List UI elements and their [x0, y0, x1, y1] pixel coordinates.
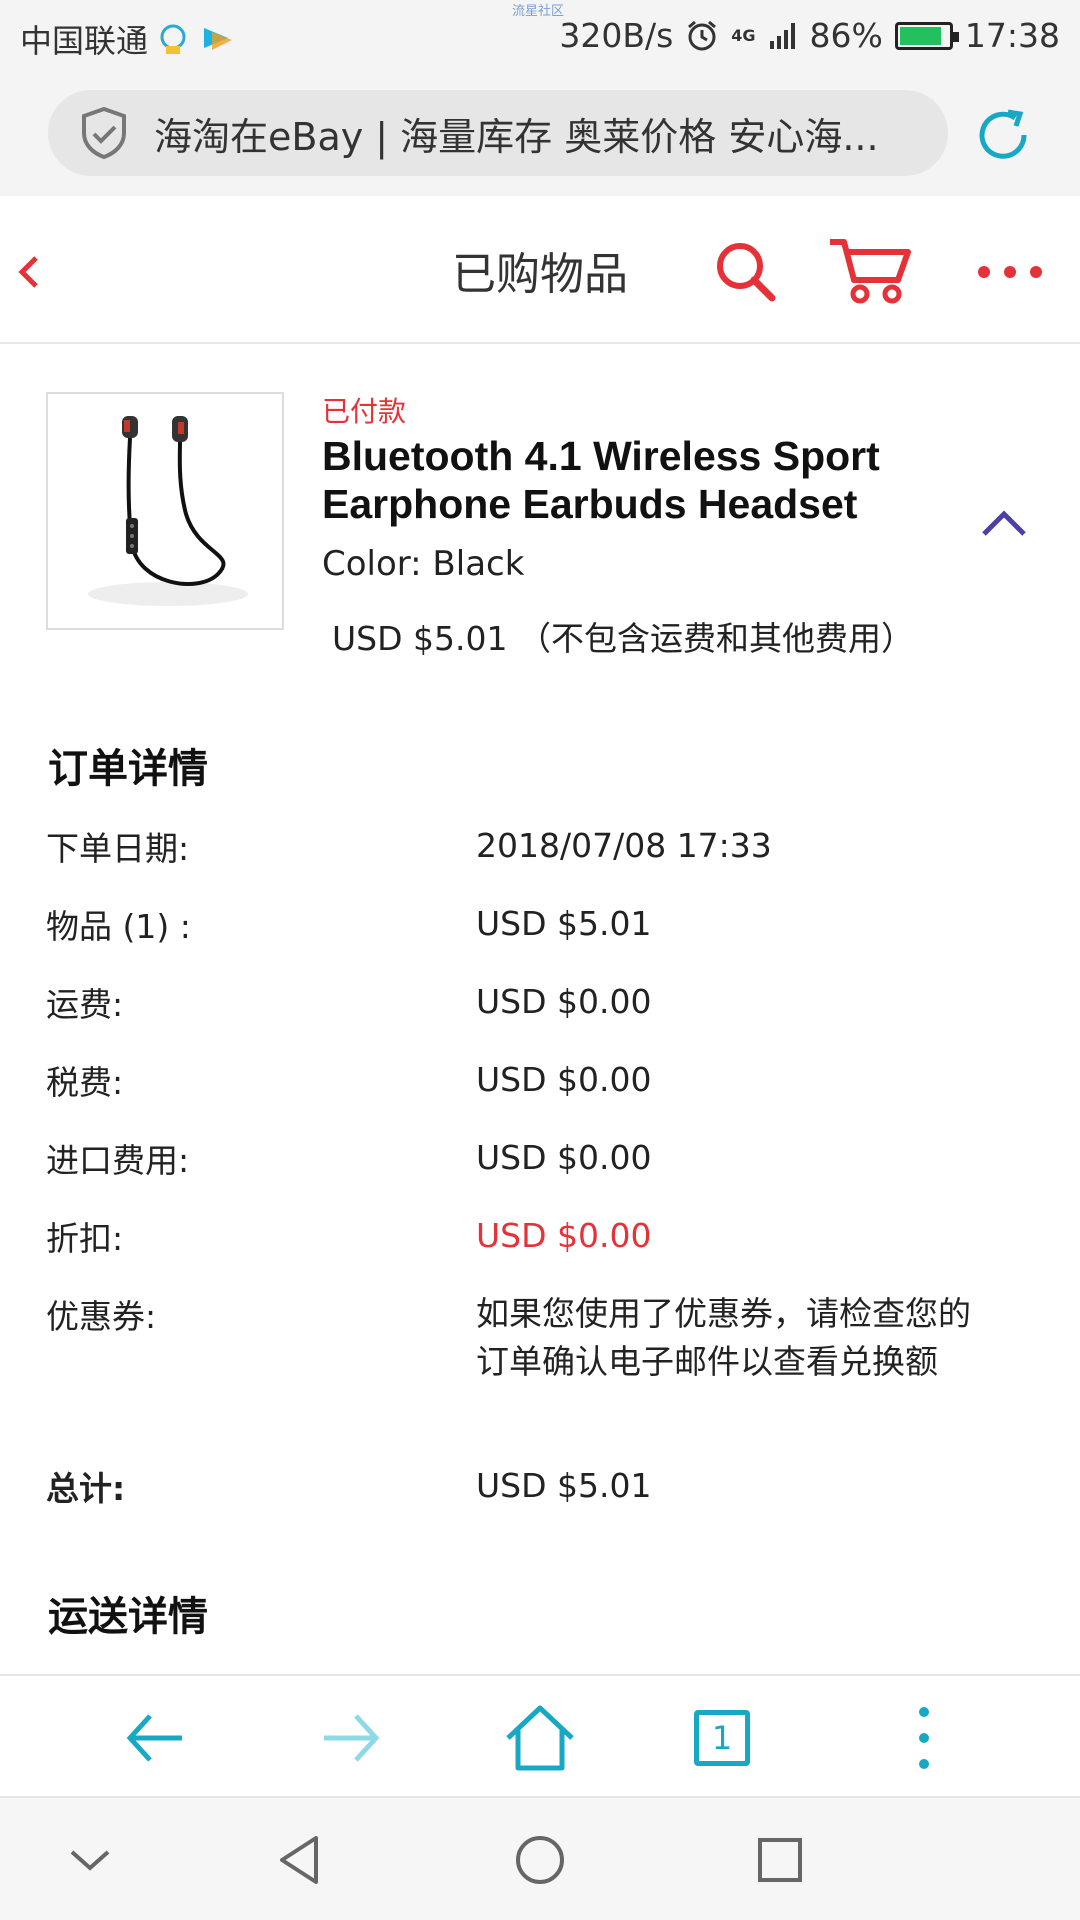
row-value: 2018/07/08 17:33: [476, 826, 772, 865]
row-value: 如果您使用了优惠券，请检查您的订单确认电子邮件以查看兑换额: [476, 1294, 971, 1381]
order-row-total: 总计: USD $5.01: [46, 1462, 1036, 1510]
row-label: 折扣:: [46, 1219, 124, 1258]
clock: 17:38: [964, 16, 1060, 55]
status-bar: 中国联通 流星社区 320B/s 4G 86% 17:38: [0, 0, 1080, 76]
signal-icon: [769, 22, 795, 49]
product-price: USD $5.01 （不包含运费和其他费用）: [332, 619, 914, 658]
product-title[interactable]: Bluetooth 4.1 Wireless Sport Earphone Ea…: [322, 432, 962, 528]
arrow-left-icon[interactable]: [118, 1700, 194, 1776]
row-value: USD $5.01: [476, 904, 652, 943]
order-row-date: 下单日期: 2018/07/08 17:33: [46, 822, 1036, 870]
row-label: 进口费用:: [46, 1141, 190, 1180]
row-value: USD $0.00: [476, 1060, 652, 1099]
shipping-details-title: 运送详情: [48, 1594, 208, 1640]
chevron-up-icon[interactable]: [980, 508, 1028, 538]
home-circle-icon[interactable]: [508, 1828, 572, 1892]
cart-icon[interactable]: [828, 236, 914, 306]
net-speed: 320B/s: [559, 16, 674, 55]
order-row-coupon: 优惠券: 如果您使用了优惠券，请检查您的订单确认电子邮件以查看兑换额: [46, 1290, 1036, 1386]
home-icon[interactable]: [502, 1700, 578, 1776]
browser-toolbar: 1: [0, 1674, 1080, 1796]
status-left: 中国联通: [20, 16, 238, 62]
order-row-tax: 税费: USD $0.00: [46, 1056, 1036, 1104]
assistant-icon: [160, 24, 186, 54]
order-row-discount: 折扣: USD $0.00: [46, 1212, 1036, 1260]
row-value: USD $0.00: [476, 1138, 652, 1177]
row-label: 总计:: [46, 1469, 126, 1508]
status-right: 320B/s 4G 86% 17:38: [559, 16, 1060, 55]
carrier-label: 中国联通: [20, 22, 149, 60]
page-header: 已购物品: [0, 196, 1080, 344]
recents-square-icon[interactable]: [748, 1828, 812, 1892]
arrow-right-icon[interactable]: [312, 1700, 388, 1776]
search-icon[interactable]: [714, 240, 778, 304]
status-tiny-label: 流星社区: [512, 4, 565, 19]
battery-fill: [899, 26, 942, 45]
alarm-icon: [688, 20, 717, 50]
row-value: USD $0.00: [476, 982, 652, 1021]
order-row-import: 进口费用: USD $0.00: [46, 1134, 1036, 1182]
order-details-title: 订单详情: [48, 746, 208, 792]
more-vertical-icon[interactable]: [886, 1700, 962, 1776]
row-label: 优惠券:: [46, 1297, 157, 1336]
tabs-button[interactable]: 1: [694, 1710, 750, 1766]
product-color: Color: Black: [322, 544, 525, 584]
browser-url-area: 海淘在eBay | 海量库存 奥莱价格 安心海...: [0, 76, 1080, 196]
battery-percent: 86%: [809, 16, 883, 55]
row-value: USD $5.01: [476, 1466, 652, 1505]
network-type: 4G: [731, 26, 756, 45]
row-label: 税费:: [46, 1063, 124, 1102]
product-image[interactable]: [46, 392, 284, 630]
video-app-icon: [204, 28, 233, 50]
back-triangle-icon[interactable]: [270, 1828, 334, 1892]
order-row-shipping: 运费: USD $0.00: [46, 978, 1036, 1026]
refresh-icon[interactable]: [970, 102, 1036, 168]
order-row-items: 物品 (1) : USD $5.01: [46, 900, 1036, 948]
row-label: 物品 (1) :: [46, 907, 191, 946]
row-value: USD $0.00: [476, 1216, 652, 1255]
url-text[interactable]: 海淘在eBay | 海量库存 奥莱价格 安心海...: [154, 106, 924, 161]
url-bar[interactable]: 海淘在eBay | 海量库存 奥莱价格 安心海...: [48, 90, 948, 176]
battery-icon: [894, 21, 959, 50]
earphone-image: [88, 416, 248, 606]
order-status-badge: 已付款: [322, 395, 407, 428]
row-label: 运费:: [46, 985, 124, 1024]
page-title: 已购物品: [452, 249, 628, 300]
system-nav-bar: [0, 1796, 1080, 1920]
row-label: 下单日期:: [46, 829, 190, 868]
more-horizontal-icon[interactable]: [976, 252, 1046, 292]
tab-count: 1: [711, 1719, 733, 1757]
chevron-down-icon[interactable]: [58, 1828, 122, 1892]
shield-check-icon: [82, 106, 126, 160]
